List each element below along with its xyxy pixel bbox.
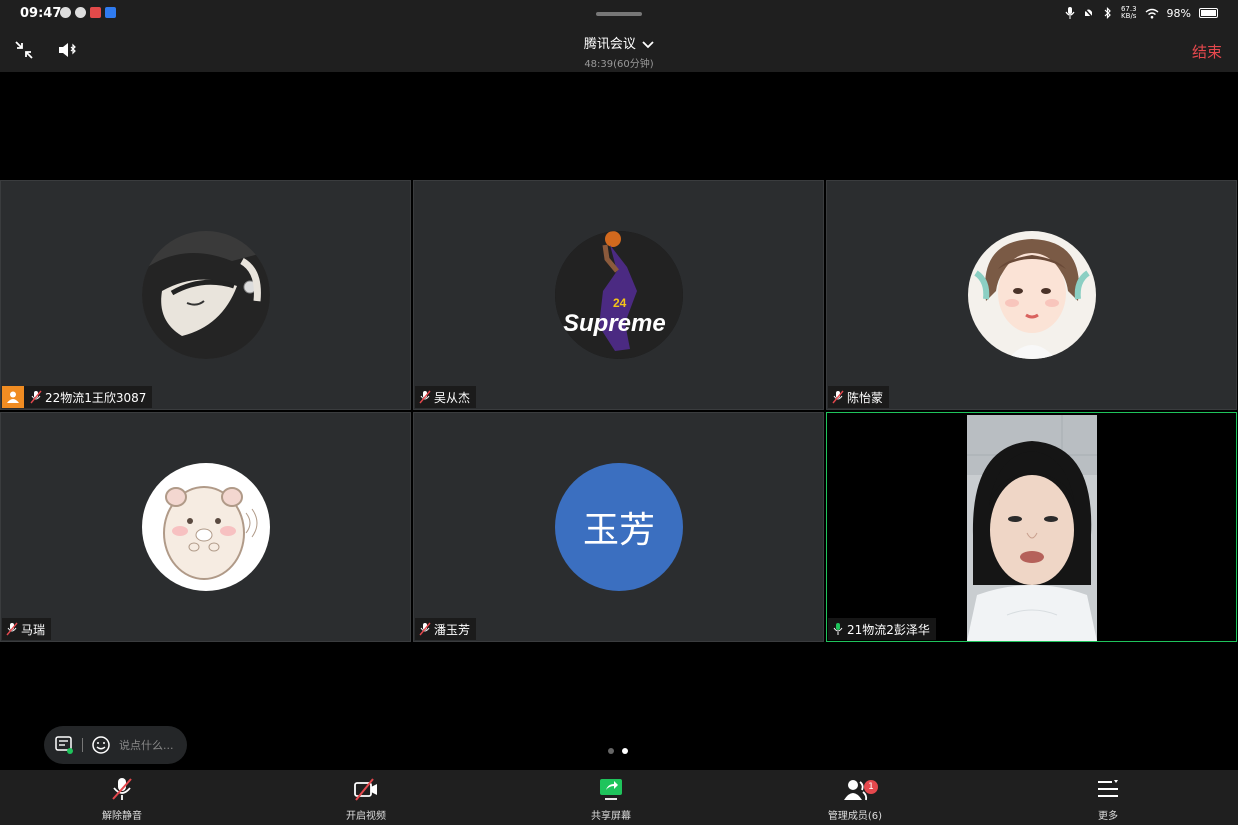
page-indicator xyxy=(608,748,628,754)
status-bar: 09:47 67.3 KB/s 98% xyxy=(0,0,1238,28)
participant-label: 21物流2彭泽华 xyxy=(828,618,936,640)
mic-muted-icon xyxy=(832,390,844,404)
participant-name: 潘玉芳 xyxy=(434,622,471,637)
mic-muted-icon xyxy=(419,622,431,636)
participant-tile[interactable]: 22物流1王欣3087 xyxy=(0,180,411,410)
participant-label: 潘玉芳 xyxy=(415,618,477,640)
mic-muted-icon xyxy=(6,622,18,636)
status-right: 67.3 KB/s 98% xyxy=(1065,6,1218,20)
participant-name: 吴从杰 xyxy=(434,390,471,405)
participant-name: 马瑞 xyxy=(21,622,46,637)
participant-initials-avatar: 玉芳 xyxy=(555,463,683,591)
participant-label: 吴从杰 xyxy=(415,386,477,408)
host-user-icon xyxy=(7,391,19,403)
participant-label: 22物流1王欣3087 xyxy=(2,386,153,408)
meeting-timer: 48:39(60分钟) xyxy=(584,59,654,70)
participant-tile[interactable]: 玉芳 潘玉芳 xyxy=(413,412,824,642)
host-badge xyxy=(2,386,24,408)
title-bar: 腾讯会议 48:39(60分钟) 结束 xyxy=(0,28,1238,72)
participant-avatar xyxy=(142,231,270,359)
notification-icons xyxy=(60,7,116,18)
more-button[interactable]: 更多 xyxy=(1063,776,1153,822)
app-red-icon xyxy=(90,7,101,18)
mic-muted-icon xyxy=(419,390,431,404)
participant-tile-active-speaker[interactable]: 21物流2彭泽华 xyxy=(826,412,1237,642)
share-screen-icon xyxy=(600,779,622,800)
participant-avatar xyxy=(968,231,1096,359)
app-blue-icon xyxy=(105,7,116,18)
unmute-label: 解除静音 xyxy=(102,811,142,822)
bluetooth-icon xyxy=(1104,7,1111,19)
mic-status-icon xyxy=(1065,7,1075,19)
emoji-icon[interactable] xyxy=(91,735,111,755)
video-grid: 22物流1王欣3087 24 Supreme 吴从杰 陈怡蒙 马瑞 玉芳 潘玉芳… xyxy=(0,180,1238,644)
chat-input-bar[interactable]: 说点什么... xyxy=(44,726,187,764)
mic-muted-icon xyxy=(30,390,42,404)
more-label: 更多 xyxy=(1098,811,1118,822)
end-meeting-button[interactable]: 结束 xyxy=(1192,41,1222,62)
manage-members-button[interactable]: 1 管理成员(6) xyxy=(810,776,900,822)
battery-icon xyxy=(1199,8,1218,18)
drag-handle[interactable] xyxy=(596,12,642,16)
video-off-icon xyxy=(354,778,377,801)
jersey-number: 24 xyxy=(613,296,627,310)
bottom-toolbar: 解除静音 开启视频 共享屏幕 1 管理成员(6) 更多 xyxy=(0,770,1238,825)
participant-tile[interactable]: 马瑞 xyxy=(0,412,411,642)
page-dot[interactable] xyxy=(608,748,614,754)
chevron-down-icon xyxy=(642,40,654,48)
supreme-logo-text: Supreme xyxy=(563,310,666,337)
participant-tile[interactable]: 陈怡蒙 xyxy=(826,180,1237,410)
participant-tile[interactable]: 24 Supreme 吴从杰 xyxy=(413,180,824,410)
more-menu-icon xyxy=(1098,780,1118,797)
chat-placeholder[interactable]: 说点什么... xyxy=(119,737,174,753)
participant-avatar: 24 Supreme xyxy=(555,231,683,359)
meeting-title[interactable]: 腾讯会议 xyxy=(0,33,1238,52)
unmute-button[interactable]: 解除静音 xyxy=(77,776,167,822)
status-time: 09:47 xyxy=(20,6,62,21)
wechat-icon xyxy=(75,7,86,18)
mic-on-icon xyxy=(833,623,843,635)
chat-list-icon[interactable] xyxy=(54,735,74,755)
participant-video-feed xyxy=(967,415,1097,641)
share-screen-label: 共享屏幕 xyxy=(591,811,631,822)
participant-avatar xyxy=(142,463,270,591)
participant-label: 马瑞 xyxy=(2,618,52,640)
page-dot-current[interactable] xyxy=(622,748,628,754)
bell-muted-icon xyxy=(1083,7,1094,19)
start-video-button[interactable]: 开启视频 xyxy=(321,776,411,822)
members-notification-badge: 1 xyxy=(864,780,878,794)
battery-percent: 98% xyxy=(1166,6,1191,20)
chat-divider xyxy=(82,738,83,752)
participant-label: 陈怡蒙 xyxy=(828,386,890,408)
manage-members-label: 管理成员(6) xyxy=(827,811,883,822)
app-notification-icon xyxy=(60,7,71,18)
start-video-label: 开启视频 xyxy=(346,811,386,822)
participant-name: 21物流2彭泽华 xyxy=(847,622,930,637)
share-screen-button[interactable]: 共享屏幕 xyxy=(566,776,656,822)
participant-name: 22物流1王欣3087 xyxy=(45,390,147,405)
mic-muted-icon xyxy=(112,778,132,800)
net-speed: 67.3 KB/s xyxy=(1120,5,1137,20)
participant-name: 陈怡蒙 xyxy=(847,390,884,405)
wifi-icon xyxy=(1145,8,1158,18)
